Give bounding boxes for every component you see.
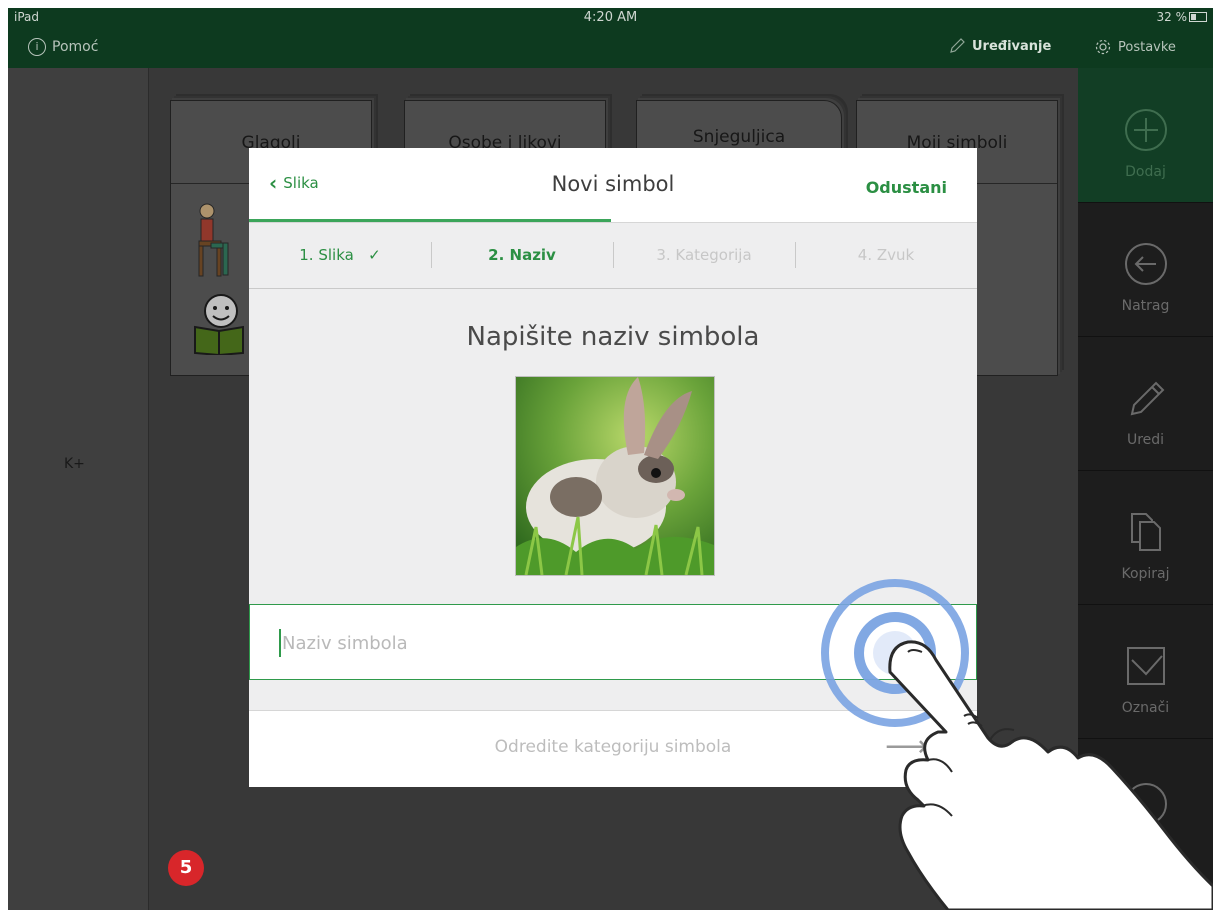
symbol-name-input[interactable] [280, 623, 884, 663]
step-image[interactable]: 1. Slika ✓ [249, 222, 431, 288]
checkmark-icon: ✓ [358, 246, 381, 264]
copy-icon [1131, 513, 1161, 551]
pencil-icon [950, 38, 965, 53]
pointing-hand-icon [888, 640, 1213, 910]
step-label: 4. Zvuk [857, 246, 915, 264]
symbol-image [515, 376, 715, 576]
cancel-button[interactable]: Odustani [866, 178, 947, 197]
step-number-badge: 5 [168, 850, 204, 886]
settings-button[interactable]: Postavke [1094, 38, 1176, 56]
step-label: 1. Slika [299, 246, 354, 264]
edit-button[interactable]: Uredi [1078, 336, 1213, 471]
help-button[interactable]: i Pomoć [28, 38, 98, 56]
edit-mode-label: Uređivanje [972, 38, 1052, 54]
clock: 4:20 AM [583, 10, 638, 25]
battery-percent: 32 % [1156, 10, 1188, 24]
step-label: 2. Naziv [488, 246, 556, 264]
battery-icon [1189, 12, 1207, 22]
step-category[interactable]: 3. Kategorija [613, 222, 795, 288]
help-label: Pomoć [52, 39, 99, 55]
gear-icon [1095, 39, 1111, 55]
wizard-steps: 1. Slika ✓ 2. Naziv 3. Kategorija 4. Zvu… [249, 222, 977, 289]
rabbit-photo [516, 377, 714, 575]
add-button[interactable]: Dodaj [1078, 68, 1213, 203]
dialog-heading: Napišite naziv simbola [466, 322, 760, 352]
step-name[interactable]: 2. Naziv [431, 222, 613, 288]
status-bar: iPad 4:20 AM 32 % i Pomoć Uređivanje Pos… [8, 8, 1213, 68]
info-icon: i [28, 38, 46, 56]
step-sound[interactable]: 4. Zvuk [795, 222, 977, 288]
add-label: Dodaj [1125, 164, 1166, 180]
edit-label: Uredi [1126, 432, 1165, 448]
copy-button[interactable]: Kopiraj [1078, 470, 1213, 605]
pencil-icon [1130, 381, 1165, 416]
back-button[interactable]: Natrag [1078, 202, 1213, 337]
next-step-label: Odredite kategoriju simbola [494, 737, 732, 757]
settings-label: Postavke [1118, 39, 1176, 55]
edit-mode-button[interactable]: Uređivanje [948, 37, 1051, 55]
copy-label: Kopiraj [1121, 566, 1170, 582]
plus-circle-icon [1125, 109, 1167, 151]
back-label: Natrag [1121, 298, 1170, 314]
ipad-screen: iPad 4:20 AM 32 % i Pomoć Uređivanje Pos… [8, 8, 1213, 910]
step-label: 3. Kategorija [656, 246, 752, 264]
dialog-header: ‹ Slika Novi simbol Odustani [249, 148, 977, 223]
back-arrow-circle-icon [1125, 243, 1167, 285]
